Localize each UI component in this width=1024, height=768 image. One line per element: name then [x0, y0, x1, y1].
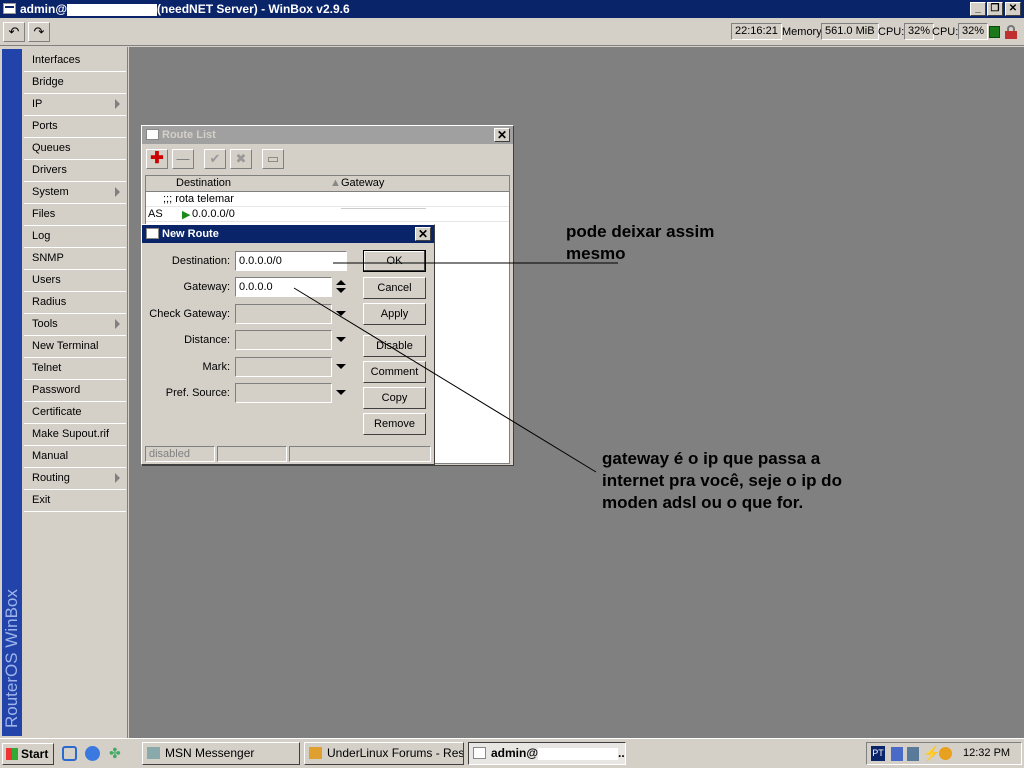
- language-indicator[interactable]: PT: [871, 746, 885, 761]
- annotation-lines: [293, 262, 618, 473]
- network-tray-icon[interactable]: [907, 747, 919, 761]
- browser-icon: [309, 747, 322, 759]
- start-label: Start: [21, 747, 49, 761]
- task-underlinux-forums[interactable]: UnderLinux Forums - Res...: [304, 742, 464, 765]
- note1-line2: mesmo: [566, 244, 626, 263]
- ie-quicklaunch-icon[interactable]: [62, 746, 77, 761]
- note2-line1: gateway é o ip que passa a: [602, 449, 821, 468]
- redacted-hostname: [538, 747, 619, 760]
- pointer-line-gateway: [293, 287, 597, 473]
- windows-taskbar: Start ✤ MSN Messenger UnderLinux Forums …: [0, 738, 1024, 768]
- windows-logo-icon: [6, 748, 18, 760]
- users-tray-icon[interactable]: [891, 747, 903, 761]
- ellipsis: ..: [618, 746, 625, 760]
- task-label: MSN Messenger: [165, 746, 255, 760]
- msn-tray-icon[interactable]: [939, 747, 952, 760]
- note2-line2: internet pra você, seje o ip do: [602, 471, 842, 490]
- annotation-note-1: pode deixar assim mesmo: [566, 221, 714, 265]
- msn-icon: [147, 747, 160, 759]
- system-tray: PT ⚡ 12:32 PM: [866, 742, 1022, 765]
- annotation-note-2: gateway é o ip que passa a internet pra …: [602, 448, 842, 514]
- task-msn-messenger[interactable]: MSN Messenger: [142, 742, 300, 765]
- start-button[interactable]: Start: [2, 743, 54, 765]
- task-label: UnderLinux Forums - Res...: [327, 746, 464, 760]
- task-winbox[interactable]: admin@..: [468, 742, 626, 765]
- lightning-tray-icon[interactable]: ⚡: [923, 745, 940, 762]
- msn-quicklaunch-icon[interactable]: ✤: [109, 745, 121, 762]
- note2-line3: moden adsl ou o que for.: [602, 493, 804, 512]
- note1-line1: pode deixar assim: [566, 222, 715, 241]
- task-label: admin@: [491, 746, 539, 760]
- browser-quicklaunch-icon[interactable]: [85, 746, 100, 761]
- tray-clock[interactable]: 12:32 PM: [963, 747, 1010, 759]
- winbox-icon: [473, 747, 486, 759]
